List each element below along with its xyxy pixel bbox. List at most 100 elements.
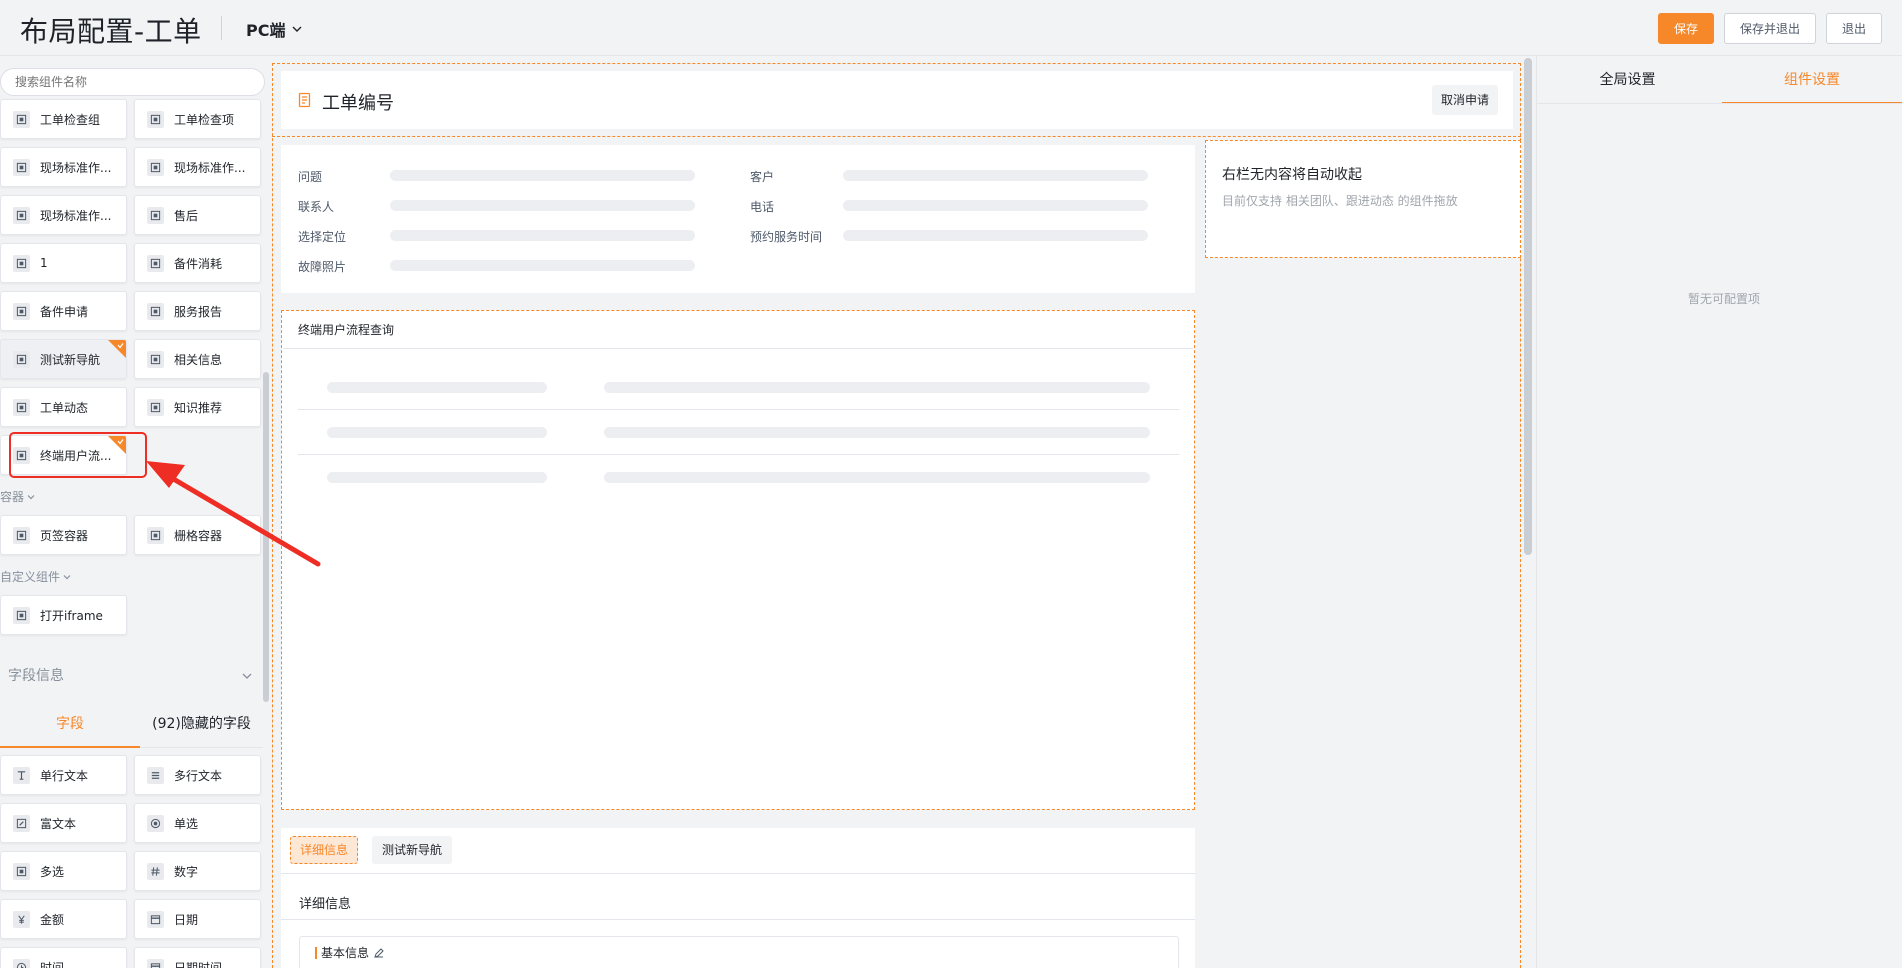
- field-info-toggle[interactable]: 字段信息: [0, 655, 263, 697]
- save-button[interactable]: 保存: [1657, 13, 1714, 44]
- hash-icon: [147, 862, 164, 880]
- exit-button[interactable]: 退出: [1825, 13, 1882, 44]
- right-column-hint: 目前仅支持 相关团队、跟进动态 的组件拖放: [1222, 194, 1458, 208]
- skeleton-bar: [390, 230, 695, 241]
- field-label-phone: 电话: [750, 200, 775, 214]
- component-item[interactable]: 相关信息: [134, 339, 261, 379]
- field-info-label: 字段信息: [8, 668, 64, 684]
- component-item[interactable]: 数字: [134, 851, 261, 891]
- chevron-down-icon: [63, 574, 71, 579]
- clock-icon: [13, 958, 30, 968]
- basic-info-label: 基本信息: [321, 946, 370, 960]
- accent-bar: [315, 946, 317, 959]
- component-item[interactable]: 1: [0, 243, 127, 283]
- component-icon: [147, 206, 164, 224]
- component-item[interactable]: 工单动态: [0, 387, 127, 427]
- component-item[interactable]: 金额: [0, 899, 127, 939]
- platform-label: PC端: [246, 21, 286, 40]
- component-label: 时间: [40, 960, 65, 968]
- divider: [281, 919, 1195, 920]
- skeleton-bar: [327, 427, 547, 438]
- component-item[interactable]: 备件消耗: [134, 243, 261, 283]
- component-icon: [13, 606, 30, 624]
- component-icon: [13, 398, 30, 416]
- empty-state-text: 暂无可配置项: [1688, 292, 1761, 306]
- component-label: 日期: [174, 912, 199, 927]
- field-label-customer: 客户: [750, 170, 775, 184]
- divider: [221, 16, 222, 40]
- yen-icon: [13, 910, 30, 928]
- component-item[interactable]: 服务报告: [134, 291, 261, 331]
- component-label: 工单动态: [40, 400, 89, 415]
- component-item[interactable]: 富文本: [0, 803, 127, 843]
- component-item[interactable]: 日期时间: [134, 947, 261, 968]
- component-item[interactable]: 工单检查组: [0, 99, 127, 139]
- component-label: 知识推荐: [174, 400, 223, 415]
- component-item[interactable]: 现场标准作...: [0, 147, 127, 187]
- new-badge-icon: [108, 340, 126, 358]
- tab-detail-info[interactable]: 详细信息: [290, 836, 359, 864]
- cancel-application-button[interactable]: 取消申请: [1432, 85, 1499, 115]
- component-item[interactable]: 打开iframe: [0, 595, 127, 635]
- component-item[interactable]: 单选: [134, 803, 261, 843]
- tab-fields[interactable]: 字段: [0, 700, 140, 748]
- edit-icon[interactable]: [373, 947, 385, 959]
- component-item[interactable]: 页签容器: [0, 515, 127, 555]
- tab-global-settings[interactable]: 全局设置: [1536, 56, 1719, 104]
- tab-test-nav[interactable]: 测试新导航: [372, 836, 453, 864]
- component-icon: [13, 254, 30, 272]
- right-column-title: 右栏无内容将自动收起: [1222, 167, 1362, 183]
- highlight-box: [9, 432, 147, 478]
- component-item[interactable]: 单行文本: [0, 755, 127, 795]
- skeleton-bar: [390, 260, 695, 271]
- canvas-scrollbar[interactable]: [1524, 58, 1532, 555]
- component-item[interactable]: 工单检查项: [134, 99, 261, 139]
- rich-text-icon: [13, 814, 30, 832]
- component-label: 日期时间: [174, 960, 223, 968]
- skeleton-bar: [843, 200, 1148, 211]
- skeleton-bar: [604, 427, 1150, 438]
- tab-component-settings[interactable]: 组件设置: [1722, 56, 1902, 104]
- component-item[interactable]: 日期: [134, 899, 261, 939]
- component-item[interactable]: 多行文本: [134, 755, 261, 795]
- component-label: 富文本: [40, 816, 77, 831]
- component-item[interactable]: 现场标准作...: [0, 195, 127, 235]
- component-search-input[interactable]: [0, 68, 265, 96]
- left-scrollbar[interactable]: [263, 372, 269, 702]
- save-exit-button[interactable]: 保存并退出: [1723, 13, 1816, 44]
- checkbox-icon: [13, 862, 30, 880]
- divider: [298, 409, 1179, 410]
- component-label: 现场标准作...: [40, 208, 112, 223]
- component-item[interactable]: 售后: [134, 195, 261, 235]
- calendar-icon: [147, 958, 164, 968]
- skeleton-bar: [843, 170, 1148, 181]
- component-item[interactable]: 备件申请: [0, 291, 127, 331]
- component-item[interactable]: 多选: [0, 851, 127, 891]
- component-label: 工单检查项: [174, 112, 235, 127]
- component-label: 单选: [174, 816, 199, 831]
- custom-section-toggle[interactable]: 自定义组件: [0, 568, 72, 585]
- skeleton-bar: [327, 382, 547, 393]
- tab-hidden-fields[interactable]: (92)隐藏的字段: [140, 700, 263, 748]
- field-label-location: 选择定位: [298, 230, 347, 244]
- skeleton-bar: [604, 472, 1150, 483]
- component-icon: [13, 350, 30, 368]
- detail-title: 详细信息: [299, 897, 352, 912]
- header-card[interactable]: [281, 71, 1513, 129]
- component-label: 多行文本: [174, 768, 223, 783]
- component-item[interactable]: 测试新导航: [0, 339, 127, 379]
- component-item[interactable]: 知识推荐: [134, 387, 261, 427]
- basic-info-group[interactable]: [299, 936, 1179, 968]
- component-item[interactable]: 栅格容器: [134, 515, 261, 555]
- component-item[interactable]: 现场标准作...: [134, 147, 261, 187]
- platform-dropdown[interactable]: PC端: [246, 17, 303, 41]
- component-label: 数字: [174, 864, 199, 879]
- chevron-down-icon: [292, 26, 302, 32]
- component-label: 测试新导航: [40, 352, 101, 367]
- container-section-toggle[interactable]: 容器: [0, 488, 36, 505]
- component-label: 栅格容器: [174, 528, 223, 543]
- skeleton-bar: [390, 170, 695, 181]
- work-order-number: 工单编号: [322, 93, 394, 114]
- component-icon: [147, 526, 164, 544]
- component-item[interactable]: 时间: [0, 947, 127, 968]
